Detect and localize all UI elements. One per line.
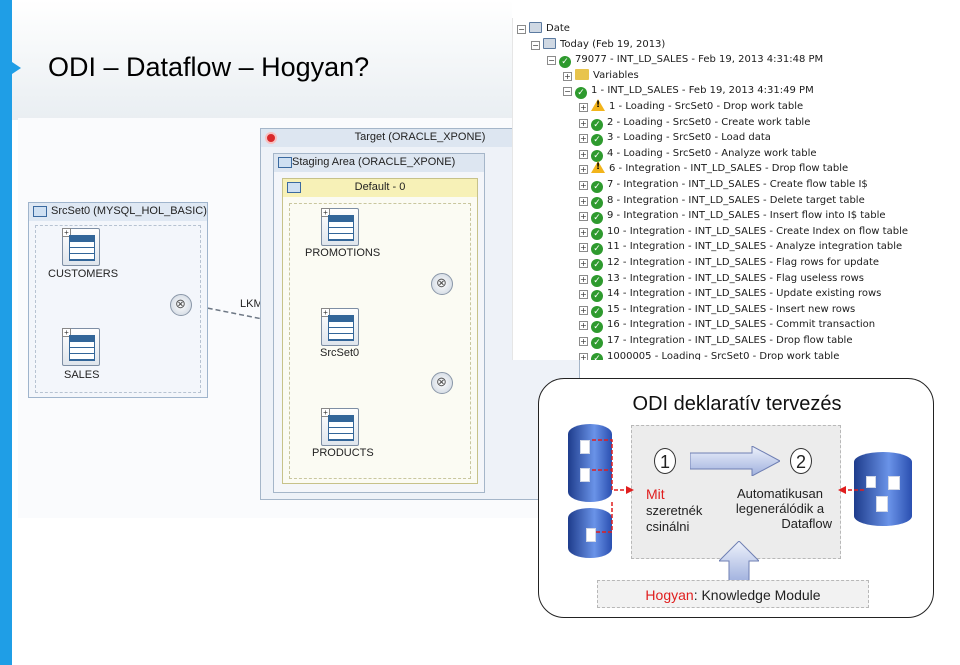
database-link-lines — [592, 439, 866, 533]
